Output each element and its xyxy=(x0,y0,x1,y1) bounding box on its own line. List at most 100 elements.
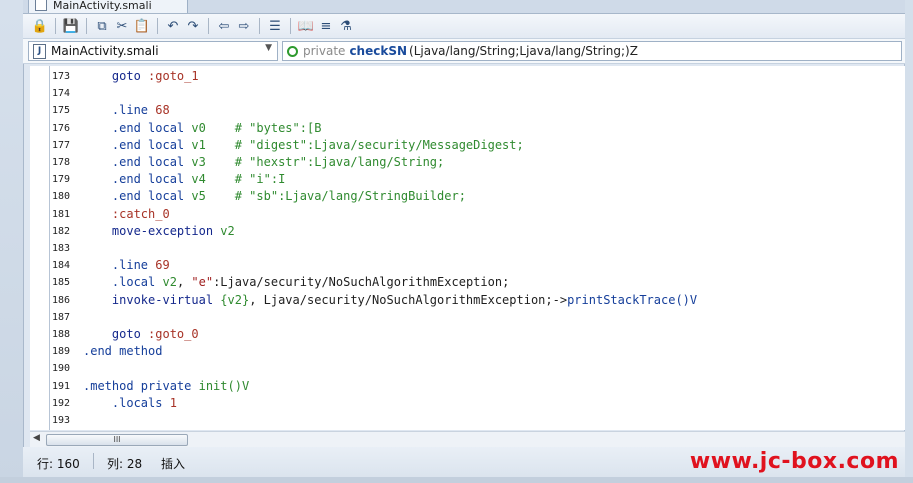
code-line[interactable]: 181 :catch_0 xyxy=(30,206,905,223)
code-text: .end local v4 # "i":I xyxy=(83,171,285,188)
status-mode: 插入 xyxy=(161,457,186,471)
window-bottom-edge xyxy=(0,477,913,483)
code-token: .end local xyxy=(83,120,192,135)
code-line[interactable]: 189 .end method xyxy=(30,343,905,360)
code-token: :goto_1 xyxy=(148,69,199,83)
file-selector[interactable]: J MainActivity.smali ▼ xyxy=(28,41,278,61)
status-bar: 行: 160 列: 28 插入 www.jc-box.com xyxy=(23,447,905,477)
java-file-icon: J xyxy=(33,43,46,59)
code-line[interactable]: 193 xyxy=(30,412,905,429)
line-number: 177 xyxy=(52,139,71,151)
code-line[interactable]: 186 invoke-virtual {v2}, Ljava/security/… xyxy=(30,292,905,309)
method-signature: (Ljava/lang/String;Ljava/lang/String;)Z xyxy=(409,44,638,58)
horizontal-scrollbar[interactable]: ◀ III xyxy=(30,431,905,447)
scroll-left-icon[interactable]: ◀ xyxy=(33,433,40,443)
code-line[interactable]: 191 .method private init()V xyxy=(30,378,905,395)
status-divider xyxy=(93,453,94,469)
code-line[interactable]: 180 .end local v5 # "sb":Ljava/lang/Stri… xyxy=(30,188,905,205)
format-icon[interactable]: ☰ xyxy=(266,17,284,35)
code-token: , xyxy=(176,275,192,290)
code-token: .end local xyxy=(83,172,192,187)
line-number: 175 xyxy=(52,105,71,117)
redo-icon[interactable]: ↷ xyxy=(184,17,202,35)
line-number: 179 xyxy=(52,174,71,186)
toolbar-separator xyxy=(259,18,260,34)
method-selector[interactable]: private checkSN (Ljava/lang/String;Ljava… xyxy=(282,41,902,61)
code-token: :goto_0 xyxy=(148,327,199,341)
line-number: 186 xyxy=(52,294,71,306)
code-token: .local xyxy=(83,275,163,290)
code-token: goto xyxy=(83,69,149,83)
navigation-bar: J MainActivity.smali ▼ private checkSN (… xyxy=(23,38,905,64)
toolbar-separator xyxy=(290,18,291,34)
code-line[interactable]: 175 .line 68 xyxy=(30,102,905,119)
line-number: 185 xyxy=(52,277,71,289)
line-number: 182 xyxy=(52,225,71,237)
line-number: 188 xyxy=(52,329,71,340)
save-icon[interactable]: 💾 xyxy=(62,17,80,35)
chevron-down-icon[interactable]: ▼ xyxy=(265,43,272,53)
status-row: 行: 160 xyxy=(37,457,80,471)
code-token: v5 xyxy=(191,189,206,204)
code-text: .end local v1 # "digest":Ljava/security/… xyxy=(83,137,524,154)
lock-icon[interactable]: 🔒 xyxy=(31,17,49,35)
code-line[interactable]: 192 .locals 1 xyxy=(30,395,905,412)
code-token: .end local xyxy=(83,189,192,204)
code-line[interactable]: 190 xyxy=(30,360,905,377)
copy-icon[interactable]: ⧉ xyxy=(93,17,111,35)
code-line[interactable]: 177 .end local v1 # "digest":Ljava/secur… xyxy=(30,137,905,154)
code-line[interactable]: 174 xyxy=(30,85,905,102)
line-number: 189 xyxy=(52,346,71,358)
debug-icon[interactable]: ⚗ xyxy=(337,17,355,35)
code-line[interactable]: 182 move-exception v2 xyxy=(30,223,905,240)
code-token: v2 xyxy=(220,223,235,238)
code-text: .local v2, "e":Ljava/security/NoSuchAlgo… xyxy=(83,274,509,291)
code-token: .end local xyxy=(83,137,192,152)
code-editor[interactable]: 173 goto :goto_1 174 175 .line 68 176 .end … xyxy=(30,66,905,430)
code-token: 69 xyxy=(155,258,170,273)
code-token: {v2} xyxy=(220,292,250,307)
code-text: goto :goto_0 xyxy=(83,326,199,343)
code-token: # "sb":Ljava/lang/StringBuilder; xyxy=(205,189,466,204)
paste-icon[interactable]: 📋 xyxy=(133,17,151,35)
code-line[interactable]: 176 .end local v0 # "bytes":[B xyxy=(30,120,905,137)
line-number: 183 xyxy=(52,243,71,254)
book-icon[interactable]: 📖 xyxy=(297,17,315,35)
code-text: :catch_0 xyxy=(83,206,170,223)
code-token: v3 xyxy=(191,155,206,169)
method-modifier: private xyxy=(303,44,346,58)
code-line[interactable]: 173 goto :goto_1 xyxy=(30,68,905,85)
code-line[interactable]: 188 goto :goto_0 xyxy=(30,326,905,343)
code-token: .locals xyxy=(83,395,170,410)
code-line[interactable]: 185 .local v2, "e":Ljava/security/NoSuch… xyxy=(30,274,905,291)
code-token: 68 xyxy=(155,103,170,118)
code-line[interactable]: 179 .end local v4 # "i":I xyxy=(30,171,905,188)
line-number: 192 xyxy=(52,397,71,409)
back-icon[interactable]: ⇦ xyxy=(215,17,233,35)
file-selector-value: MainActivity.smali xyxy=(51,44,159,58)
forward-icon[interactable]: ⇨ xyxy=(235,17,253,35)
cut-icon[interactable]: ✂ xyxy=(113,17,131,35)
code-line[interactable]: 178 .end local v3 # "hexstr":Ljava/lang/… xyxy=(30,154,905,171)
code-token: 1 xyxy=(169,395,177,410)
tab-strip: MainActivity.smali xyxy=(23,0,905,14)
line-number: 193 xyxy=(52,415,71,426)
code-text: invoke-virtual {v2}, Ljava/security/NoSu… xyxy=(83,292,697,309)
scrollbar-thumb[interactable]: III xyxy=(46,434,188,446)
line-number: 176 xyxy=(52,122,71,134)
code-token: goto xyxy=(83,327,149,341)
code-text: .end local v0 # "bytes":[B xyxy=(83,120,322,137)
list-icon[interactable]: ≡ xyxy=(317,17,335,35)
code-token: .line xyxy=(83,258,156,273)
line-number: 187 xyxy=(52,311,71,323)
code-token: printStackTrace()V xyxy=(567,292,698,307)
code-token: # "bytes":[B xyxy=(205,120,322,135)
scrollbar-grip: III xyxy=(113,435,121,444)
code-line[interactable]: 187 xyxy=(30,309,905,326)
file-tab[interactable]: MainActivity.smali xyxy=(28,0,188,13)
code-line[interactable]: 184 .line 69 xyxy=(30,257,905,274)
code-text: goto :goto_1 xyxy=(83,68,199,85)
undo-icon[interactable]: ↶ xyxy=(164,17,182,35)
code-text: .end method xyxy=(83,343,162,360)
code-line[interactable]: 183 xyxy=(30,240,905,257)
